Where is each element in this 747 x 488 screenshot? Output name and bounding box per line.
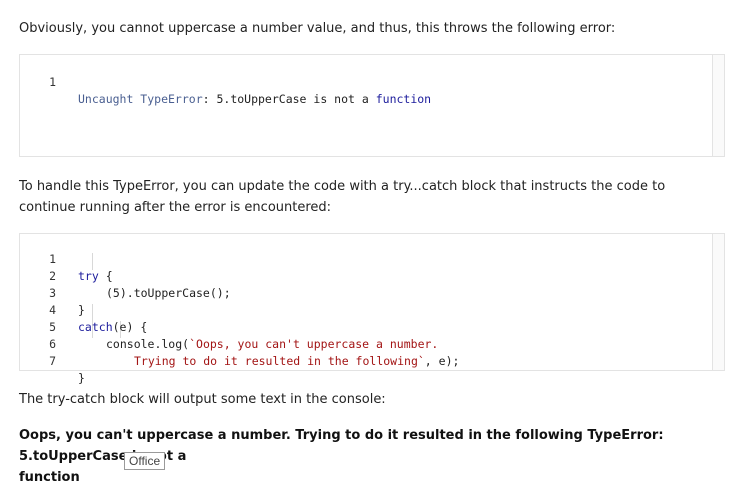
code-line: 1 Uncaught TypeError: 5.toUpperCase is n… xyxy=(20,57,431,106)
catch-keyword: catch xyxy=(78,320,113,334)
error-message: : 5.toUpperCase is not a xyxy=(202,92,376,106)
code-line: 6 Trying to do it resulted in the follow… xyxy=(20,319,459,368)
code-line: 5 console.log(`Oops, you can't uppercase… xyxy=(20,302,438,351)
line-number: 7 xyxy=(49,354,56,368)
try-catch-code-block: 1 try { 2 (5).toUpperCase(); 3 } 4 catch… xyxy=(19,233,725,385)
code-line: 7 } xyxy=(20,336,85,385)
code-line: 4 catch(e) { xyxy=(20,285,147,334)
vertical-scrollbar[interactable] xyxy=(712,234,724,370)
output-paragraph: The try-catch block will output some tex… xyxy=(19,392,386,407)
template-string: Trying to do it resulted in the followin… xyxy=(134,354,425,368)
template-string: `Oops, you can't uppercase a number. xyxy=(189,337,439,351)
handler-paragraph: To handle this TypeError, you can update… xyxy=(19,179,666,215)
line-number: 1 xyxy=(49,75,56,89)
code-line: 1 try { xyxy=(20,234,113,283)
vertical-scrollbar[interactable] xyxy=(712,55,724,156)
intro-paragraph: Obviously, you cannot uppercase a number… xyxy=(19,21,616,36)
error-code-block: 1 Uncaught TypeError: 5.toUpperCase is n… xyxy=(19,54,725,157)
try-keyword: try xyxy=(78,269,99,283)
office-badge[interactable]: Office xyxy=(124,452,166,470)
error-keyword: function xyxy=(375,92,432,106)
code-line: 3 } xyxy=(20,268,85,317)
code-line: 2 (5).toUpperCase(); xyxy=(20,251,231,300)
error-type: Uncaught TypeError xyxy=(78,92,203,106)
